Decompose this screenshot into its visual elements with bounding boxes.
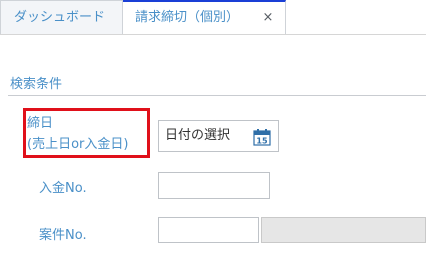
calendar-icon[interactable]: 15 bbox=[253, 128, 271, 146]
section-title-search-conditions: 検索条件 bbox=[10, 77, 63, 92]
tab-dashboard[interactable]: ダッシュボード bbox=[0, 0, 123, 34]
tab-bar-divider bbox=[0, 34, 426, 35]
project-no-input[interactable] bbox=[158, 217, 259, 243]
project-no-label: 案件No. bbox=[39, 228, 87, 243]
calendar-icon-day: 15 bbox=[256, 137, 268, 146]
section-divider bbox=[8, 95, 426, 96]
project-name-readonly-field bbox=[261, 217, 426, 243]
payment-no-input[interactable] bbox=[158, 172, 270, 199]
date-picker-placeholder: 日付の選択 bbox=[165, 128, 231, 143]
tab-dashboard-label: ダッシュボード bbox=[14, 10, 106, 25]
payment-no-label: 入金No. bbox=[39, 181, 87, 196]
highlight-box bbox=[23, 108, 150, 158]
tab-bar: ダッシュボード 請求締切（個別） × bbox=[0, 0, 426, 35]
tab-billing-closing-label: 請求締切（個別） bbox=[135, 10, 240, 25]
closing-date-picker[interactable]: 日付の選択 15 bbox=[158, 120, 279, 152]
close-icon[interactable]: × bbox=[260, 2, 276, 34]
tab-billing-closing-individual[interactable]: 請求締切（個別） × bbox=[123, 0, 286, 35]
